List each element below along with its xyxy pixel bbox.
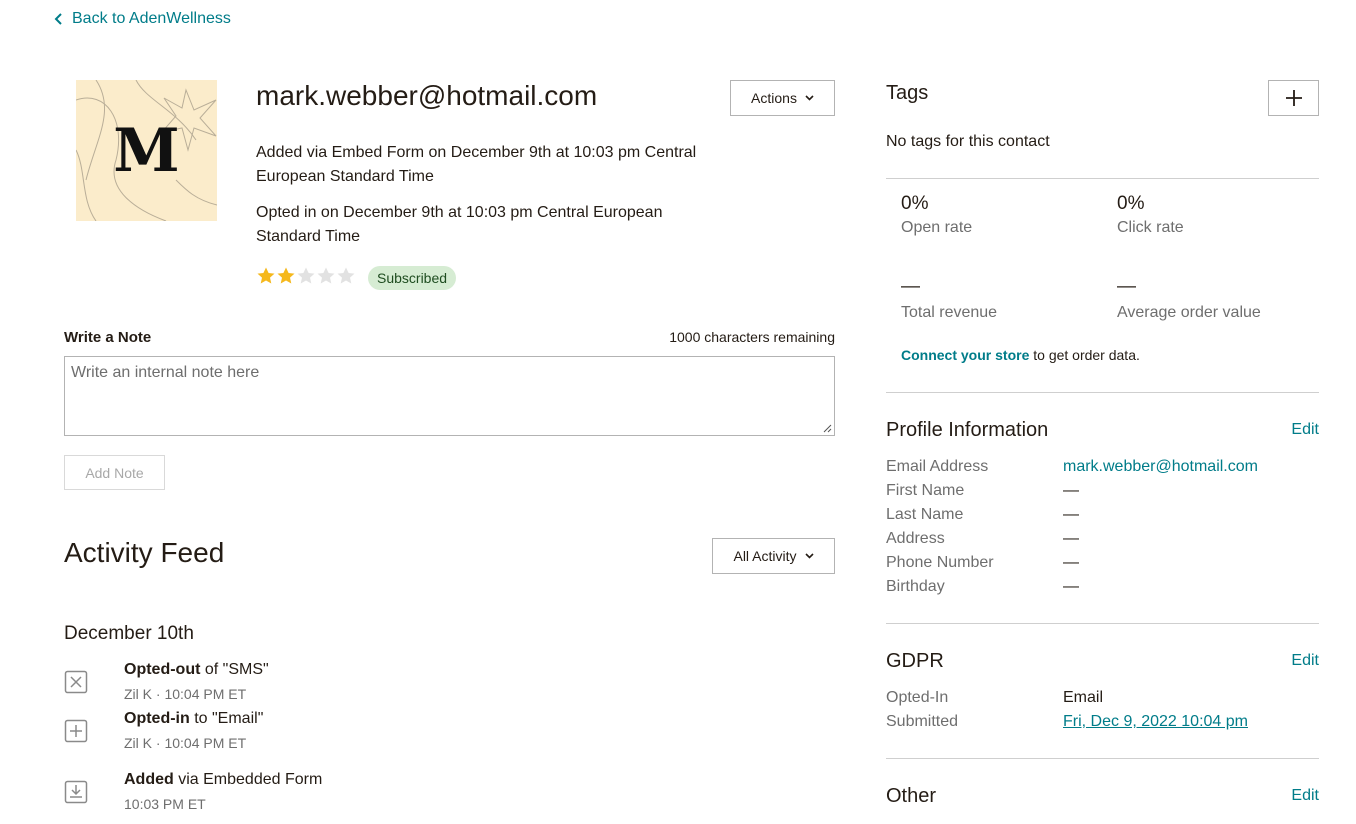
back-link[interactable]: Back to AdenWellness: [54, 10, 231, 28]
no-tags-text: No tags for this contact: [886, 133, 1050, 150]
profile-field-value: —: [1063, 530, 1079, 547]
connect-store-link[interactable]: Connect your store: [901, 347, 1029, 363]
activity-item-meta: Zil K · 10:04 PM ET: [124, 686, 247, 702]
activity-filter-dropdown[interactable]: All Activity: [712, 538, 835, 574]
profile-field-value: —: [1063, 578, 1079, 595]
profile-edit-link[interactable]: Edit: [1270, 421, 1319, 439]
profile-email-link[interactable]: mark.webber@hotmail.com: [1063, 458, 1258, 476]
gdpr-submitted-link[interactable]: Fri, Dec 9, 2022 10:04 pm: [1063, 713, 1248, 731]
star-filled-icon: [277, 267, 295, 284]
add-note-button[interactable]: Add Note: [64, 455, 165, 490]
divider: [886, 758, 1319, 759]
plus-box-icon: [64, 719, 88, 743]
avg-order-label: Average order value: [1117, 304, 1261, 321]
activity-date-heading: December 10th: [64, 623, 194, 644]
divider: [886, 178, 1319, 179]
activity-item-text: Opted-out of "SMS": [124, 661, 269, 678]
star-empty-icon: [297, 267, 315, 284]
total-revenue-value: —: [901, 276, 920, 297]
chevron-down-icon: [804, 553, 814, 559]
note-label: Write a Note: [64, 329, 152, 346]
activity-item: Opted-out of "SMS" Zil K · 10:04 PM ET: [64, 661, 764, 707]
activity-item: Added via Embedded Form 10:03 PM ET: [64, 771, 764, 817]
star-empty-icon: [337, 267, 355, 284]
other-edit-link[interactable]: Edit: [1270, 787, 1319, 805]
plus-icon: [1285, 90, 1302, 106]
other-title: Other: [886, 785, 937, 807]
actions-button[interactable]: Actions: [730, 80, 835, 116]
x-box-icon: [64, 670, 88, 694]
activity-item-text: Opted-in to "Email": [124, 710, 264, 727]
divider: [886, 392, 1319, 393]
gdpr-edit-link[interactable]: Edit: [1270, 652, 1319, 670]
profile-field-label: First Name: [886, 482, 965, 499]
star-empty-icon: [317, 267, 335, 284]
profile-field-value: —: [1063, 482, 1079, 499]
open-rate-value: 0%: [901, 193, 929, 214]
activity-item: Opted-in to "Email" Zil K · 10:04 PM ET: [64, 710, 764, 756]
contact-email-title: mark.webber@hotmail.com: [256, 80, 598, 111]
characters-remaining: 1000 characters remaining: [669, 329, 835, 345]
total-revenue-label: Total revenue: [901, 304, 998, 321]
activity-item-meta: Zil K · 10:04 PM ET: [124, 735, 247, 751]
activity-item-text: Added via Embedded Form: [124, 771, 323, 788]
click-rate-label: Click rate: [1117, 219, 1184, 236]
profile-field-label: Address: [886, 530, 945, 547]
add-tag-button[interactable]: [1268, 80, 1319, 116]
gdpr-opted-in-label: Opted-In: [886, 689, 949, 706]
activity-item-meta: 10:03 PM ET: [124, 796, 206, 812]
avatar: M: [76, 80, 217, 221]
profile-field-label: Birthday: [886, 578, 945, 595]
note-textarea[interactable]: Write an internal note here: [64, 356, 835, 436]
gdpr-opted-in-value: Email: [1063, 689, 1104, 706]
download-box-icon: [64, 780, 88, 804]
activity-feed-title: Activity Feed: [64, 537, 225, 568]
star-filled-icon: [257, 267, 275, 284]
activity-filter-label: All Activity: [733, 548, 797, 564]
opted-in-text: Opted in on December 9th at 10:03 pm Cen…: [256, 204, 663, 245]
profile-field-value: —: [1063, 506, 1079, 523]
added-via-text: Added via Embed Form on December 9th at …: [256, 144, 697, 185]
avatar-letter: M: [113, 115, 180, 186]
contact-rating: [256, 266, 356, 286]
back-link-label: Back to AdenWellness: [72, 10, 231, 27]
profile-info-title: Profile Information: [886, 419, 1049, 441]
gdpr-title: GDPR: [886, 650, 944, 672]
note-placeholder: Write an internal note here: [71, 364, 260, 381]
profile-field-label: Email Address: [886, 458, 989, 475]
click-rate-value: 0%: [1117, 193, 1145, 214]
divider: [886, 623, 1319, 624]
profile-field-label: Last Name: [886, 506, 964, 523]
chevron-left-icon: [54, 13, 62, 25]
actions-button-label: Actions: [751, 90, 797, 106]
profile-field-value: —: [1063, 554, 1079, 571]
tags-title: Tags: [886, 82, 929, 104]
avg-order-value: —: [1117, 276, 1136, 297]
resize-handle-icon[interactable]: [823, 424, 832, 433]
status-badge: Subscribed: [368, 266, 457, 290]
connect-store-text: Connect your store to get order data.: [901, 347, 1140, 363]
chevron-down-icon: [805, 95, 814, 101]
profile-field-label: Phone Number: [886, 554, 994, 571]
gdpr-submitted-label: Submitted: [886, 713, 959, 730]
open-rate-label: Open rate: [901, 219, 973, 236]
